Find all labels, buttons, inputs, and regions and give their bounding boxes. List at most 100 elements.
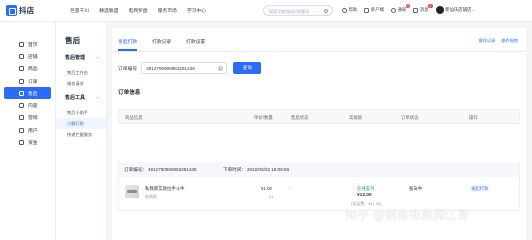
product-spec: 经典款: [145, 194, 157, 199]
subnav-group-aftersale-tools[interactable]: 售后工具 ︿: [56, 94, 106, 101]
topnav-item-alliance[interactable]: 精选联盟: [99, 7, 118, 14]
sidebar-item-label: 内容: [28, 104, 38, 110]
sidebar-item-goods[interactable]: 商品: [0, 63, 55, 75]
subnav-item-service-request[interactable]: 服务请求: [56, 78, 106, 89]
pay-method: 在线支付: [357, 186, 375, 191]
tab-links: 操作记录 操作指南: [478, 38, 518, 44]
headset-icon: [364, 7, 370, 13]
tab-payment-records[interactable]: 打款记录: [152, 38, 171, 45]
topnav-item-market[interactable]: 服务市场: [158, 7, 177, 14]
col-header-received: 实收款: [349, 114, 363, 120]
message-label: 消息: [419, 7, 429, 12]
order-info-bar: 订单编号： 4912790906953291436 下单时间： 2022/03/…: [118, 162, 520, 177]
operation-log-link[interactable]: 操作记录: [478, 38, 495, 44]
chevron-up-icon: ︿: [96, 94, 100, 99]
sidebar-item-label: 店铺: [28, 54, 38, 60]
store-account-menu[interactable]: 新仙乐店铺店…: [435, 6, 476, 14]
app-logo[interactable]: 抖店: [6, 5, 34, 16]
col-header-product: 商品信息: [125, 114, 143, 120]
topnav-item-qianchuan[interactable]: 巨量千川: [70, 7, 89, 14]
order-id-value: 4912790906953291436: [146, 66, 195, 71]
message-button[interactable]: 消息 1: [413, 4, 433, 13]
help-button[interactable]: 帮助: [342, 7, 357, 13]
clear-icon[interactable]: ×: [218, 66, 224, 71]
search-placeholder: 搜索功能/服务/关键词: [269, 8, 310, 14]
subnav-group-label: 售后管理: [65, 55, 86, 61]
operation-guide-link[interactable]: 操作指南: [501, 38, 518, 44]
sidebar-item-label: 资金: [28, 141, 38, 147]
sidebar-item-label: 首页: [28, 42, 38, 48]
top-nav: 巨量千川 精选联盟 电商罗盘 服务市场 学习中心: [70, 7, 206, 14]
order-id-caption: 订单编号：: [124, 166, 147, 172]
initiate-payment-link[interactable]: 发起打款: [471, 186, 489, 192]
search-icon[interactable]: [323, 8, 328, 13]
order-time-text: 2022/03/22 18:06:56: [247, 166, 290, 172]
notice-badge: 9: [406, 4, 411, 8]
subnav-group-label: 售后工具: [65, 95, 86, 101]
unit-price: ¥1.00: [261, 186, 272, 191]
store-name: 新仙乐店铺店…: [445, 7, 476, 12]
shop-icon: [19, 53, 24, 59]
subnav-group-aftersale-management[interactable]: 售后管理 ︿: [56, 54, 106, 61]
subnav-title: 售后: [65, 36, 81, 45]
order-id-input[interactable]: 4912790906953291436 ×: [141, 62, 228, 74]
order-status: 备货中: [409, 186, 423, 191]
customer-service-label: 客户端: [370, 7, 384, 12]
chevron-up-icon: ︿: [96, 54, 100, 59]
aftersale-status: -: [289, 186, 291, 191]
product-thumbnail[interactable]: [125, 185, 139, 198]
notice-button[interactable]: 通知 9: [390, 4, 411, 13]
aftersale-icon: [19, 90, 24, 96]
col-header-price-qty: 单价/数量: [254, 114, 273, 120]
subnav-item-express-intercept[interactable]: 快递拦截服务: [56, 129, 106, 140]
sidebar-item-finance[interactable]: 资金: [0, 136, 55, 148]
sidebar-item-user[interactable]: 用户: [0, 124, 55, 136]
notice-label: 通知: [397, 7, 407, 12]
marketing-icon: [19, 115, 24, 121]
tab-initiate-payment[interactable]: 发起打款: [118, 38, 138, 51]
tab-bar: 发起打款 打款记录 打款设置 操作记录 操作指南: [112, 28, 526, 52]
avatar: [435, 6, 444, 14]
sidebar: 首页 店铺 商品 订单 售后 内容 营销 用户 资金: [0, 22, 56, 240]
tab-payment-settings[interactable]: 打款设置: [186, 38, 205, 45]
finance-icon: [19, 140, 24, 146]
sidebar-item-shop[interactable]: 店铺: [0, 50, 55, 62]
product-name[interactable]: 私我厚实款拉手斗牛: [145, 186, 185, 192]
col-header-order-status: 订单状态: [401, 114, 419, 120]
sidebar-item-label: 用户: [28, 128, 38, 134]
subnav-item-small-payment[interactable]: 小额打款: [56, 118, 106, 129]
order-time-caption: 下单时间：: [223, 166, 246, 172]
bell-icon: [390, 7, 396, 13]
message-icon: [413, 7, 419, 13]
subnav-item-assistant[interactable]: 售后小助手: [56, 107, 106, 118]
query-button[interactable]: 查询: [233, 62, 262, 74]
subnav-item-workbench[interactable]: 售后工作台: [56, 67, 106, 78]
content-icon: [19, 103, 24, 109]
message-badge: 1: [428, 4, 433, 8]
top-right-actions: 帮助 客户端 通知 9 消息 1 新仙乐店铺店…: [342, 4, 476, 14]
sidebar-item-marketing[interactable]: 营销: [0, 112, 55, 124]
home-icon: [19, 41, 24, 47]
logo-icon: [6, 5, 17, 16]
sidebar-item-order[interactable]: 订单: [0, 75, 55, 87]
help-label: 帮助: [348, 7, 358, 12]
table-header: 商品信息 单价/数量 售后状态 实收款 订单状态 操作: [118, 109, 520, 124]
search-input[interactable]: 搜索功能/服务/关键词: [263, 5, 333, 16]
section-title: 订单信息: [118, 90, 141, 96]
customer-service-button[interactable]: 客户端: [364, 7, 384, 13]
user-icon: [19, 127, 24, 133]
topnav-item-learning[interactable]: 学习中心: [187, 7, 206, 14]
help-icon: [342, 7, 347, 13]
order-id-label: 订单编号: [118, 66, 138, 72]
sidebar-item-label: 商品: [28, 67, 38, 73]
watermark: 知乎 @创客电商阎江哥: [345, 208, 469, 222]
sidebar-item-label: 营销: [28, 116, 38, 122]
goods-icon: [19, 66, 24, 72]
topnav-item-compass[interactable]: 电商罗盘: [128, 7, 147, 14]
sidebar-item-home[interactable]: 首页: [0, 38, 55, 50]
order-id-text: 4912790906953291436: [148, 166, 197, 172]
sidebar-item-label: 订单: [28, 79, 38, 85]
sidebar-item-content[interactable]: 内容: [0, 99, 55, 111]
sidebar-item-aftersale[interactable]: 售后: [4, 87, 51, 100]
order-query-form: 订单编号 4912790906953291436 × 查询: [118, 62, 262, 74]
